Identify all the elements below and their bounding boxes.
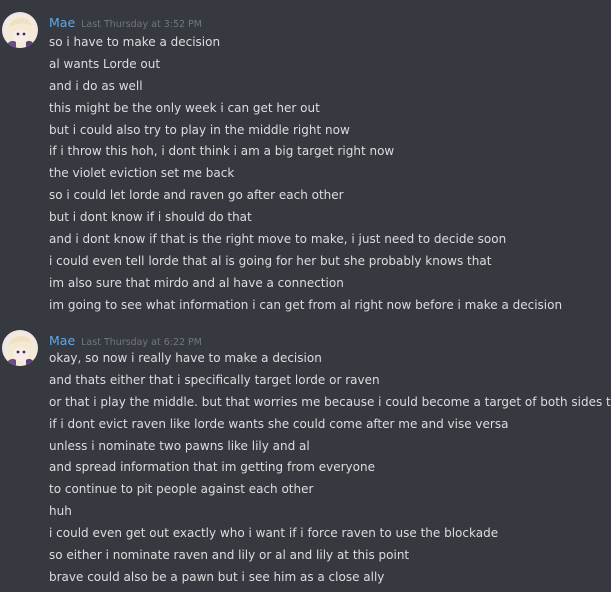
message-lines: so i have to make a decision al wants Lo… bbox=[49, 32, 611, 317]
message-lines: okay, so now i really have to make a dec… bbox=[49, 348, 611, 589]
message-line: and spread information that im getting f… bbox=[49, 460, 375, 475]
message-line: so either i nominate raven and lily or a… bbox=[49, 548, 410, 563]
message-line: al wants Lorde out bbox=[49, 56, 161, 71]
timestamp[interactable]: Last Thursday at 6:22 PM bbox=[81, 337, 202, 348]
message-line: and i dont know if that is the right mov… bbox=[49, 232, 507, 247]
message-line: and i do as well bbox=[49, 78, 143, 93]
message-line: okay, so now i really have to make a dec… bbox=[49, 351, 322, 365]
message-header: Mae Last Thursday at 3:52 PM bbox=[49, 12, 202, 30]
message-line: i could even tell lorde that al is going… bbox=[49, 253, 492, 268]
message-line: and thats either that i specifically tar… bbox=[49, 372, 380, 387]
message-line: the violet eviction set me back bbox=[49, 166, 235, 181]
message-line: or that i play the middle. but that worr… bbox=[49, 394, 611, 409]
timestamp[interactable]: Last Thursday at 3:52 PM bbox=[81, 19, 202, 30]
username[interactable]: Mae bbox=[49, 15, 75, 30]
message-line: to continue to pit people against each o… bbox=[49, 482, 314, 497]
message-line: so i could let lorde and raven go after … bbox=[49, 188, 344, 203]
message-header: Mae Last Thursday at 6:22 PM bbox=[49, 330, 202, 348]
message-line: im also sure that mirdo and al have a co… bbox=[49, 275, 344, 290]
message-line: brave could also be a pawn but i see him… bbox=[49, 569, 385, 584]
message-line: unless i nominate two pawns like lily an… bbox=[49, 438, 310, 453]
avatar[interactable] bbox=[2, 12, 38, 48]
message-line: if i dont evict raven like lorde wants s… bbox=[49, 416, 509, 431]
message-line: if i throw this hoh, i dont think i am a… bbox=[49, 144, 395, 159]
message-line: i could even get out exactly who i want … bbox=[49, 526, 499, 541]
username[interactable]: Mae bbox=[49, 333, 75, 348]
message-line: im going to see what information i can g… bbox=[49, 297, 563, 312]
message-line: so i have to make a decision bbox=[49, 35, 221, 49]
message-line: this might be the only week i can get he… bbox=[49, 100, 320, 115]
avatar[interactable] bbox=[2, 330, 38, 366]
message-line: huh bbox=[49, 504, 72, 519]
message-line: but i could also try to play in the midd… bbox=[49, 122, 350, 137]
message-line: but i dont know if i should do that bbox=[49, 210, 252, 225]
